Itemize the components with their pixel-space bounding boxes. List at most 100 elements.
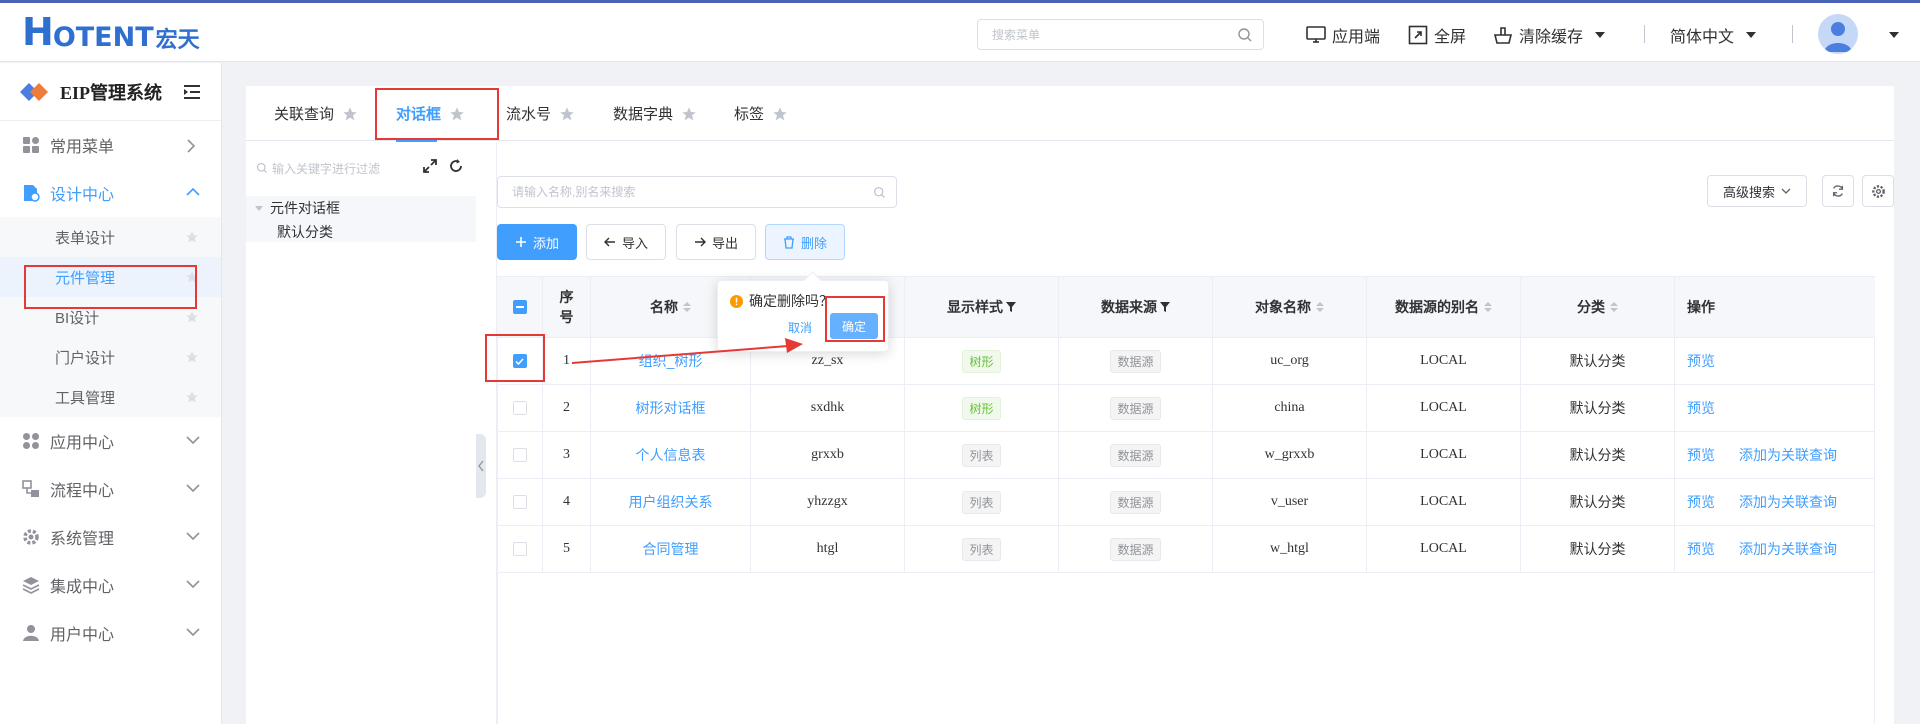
list-search-input[interactable] xyxy=(498,177,858,207)
sidebar-item-label: BI设计 xyxy=(55,309,100,327)
cell-name: 树形对话框 xyxy=(591,385,751,431)
search-icon[interactable] xyxy=(1237,27,1253,43)
preview-link[interactable]: 预览 xyxy=(1687,445,1715,465)
tab-serial-number[interactable]: 流水号 xyxy=(506,86,575,141)
sort-icon[interactable] xyxy=(1484,302,1492,312)
chevron-down-icon[interactable] xyxy=(1889,32,1899,38)
col-style[interactable]: 显示样式 xyxy=(905,277,1059,337)
tree-node-root[interactable]: 元件对话框 xyxy=(254,198,340,218)
star-icon[interactable] xyxy=(185,350,199,364)
dialog-name-link[interactable]: 组织_树形 xyxy=(639,351,703,371)
tab-data-dictionary[interactable]: 数据字典 xyxy=(613,86,697,141)
preview-link[interactable]: 预览 xyxy=(1687,539,1715,559)
sidebar-item-common-menu[interactable]: 常用菜单 xyxy=(0,121,221,169)
add-button[interactable]: 添加 xyxy=(497,224,577,260)
star-icon[interactable] xyxy=(772,106,788,122)
star-icon[interactable] xyxy=(342,106,358,122)
sidebar-item-bi-design[interactable]: BI设计 xyxy=(0,297,221,337)
star-icon[interactable] xyxy=(185,230,199,244)
preview-link[interactable]: 预览 xyxy=(1687,398,1715,418)
add-related-query-link[interactable]: 添加为关联查询 xyxy=(1739,445,1837,465)
tree-filter[interactable]: 输入关键字进行过滤 xyxy=(256,158,416,178)
fold-menu-icon[interactable] xyxy=(183,84,201,100)
dialog-name-link[interactable]: 用户组织关系 xyxy=(629,492,713,512)
sidebar-item-design-center[interactable]: 设计中心 xyxy=(0,169,221,217)
language-select[interactable]: 简体中文 xyxy=(1670,23,1757,47)
dialog-name-link[interactable]: 个人信息表 xyxy=(636,445,706,465)
sidebar-item-form-design[interactable]: 表单设计 xyxy=(0,217,221,257)
advanced-search-button[interactable]: 高级搜索 xyxy=(1707,175,1807,207)
expand-icon[interactable] xyxy=(422,158,438,174)
sidebar-item-component-manage[interactable]: 元件管理 xyxy=(0,257,221,297)
language-label: 简体中文 xyxy=(1670,29,1735,46)
chevron-right-icon xyxy=(187,139,196,153)
tab-tag[interactable]: 标签 xyxy=(734,86,788,141)
tab-related-query[interactable]: 关联查询 xyxy=(274,86,358,141)
export-button[interactable]: 导出 xyxy=(676,224,756,260)
avatar[interactable] xyxy=(1818,14,1858,54)
arrow-right-icon xyxy=(694,237,706,247)
checkbox[interactable] xyxy=(512,495,527,509)
tab-dialog[interactable]: 对话框 xyxy=(396,86,465,142)
checkbox[interactable] xyxy=(512,542,527,556)
popconfirm-confirm-button[interactable]: 确定 xyxy=(830,313,878,339)
add-related-query-link[interactable]: 添加为关联查询 xyxy=(1739,539,1837,559)
import-button[interactable]: 导入 xyxy=(586,224,666,260)
checkbox-indeterminate[interactable] xyxy=(512,300,527,314)
settings-button[interactable] xyxy=(1862,175,1894,207)
star-icon[interactable] xyxy=(185,390,199,404)
table-row[interactable]: 5 合同管理 htgl 列表 数据源 w_htgl LOCAL 默认分类 预览 添加为关联查询 xyxy=(497,526,1875,573)
sidebar-item-tool-manage[interactable]: 工具管理 xyxy=(0,377,221,417)
add-related-query-link[interactable]: 添加为关联查询 xyxy=(1739,492,1837,512)
col-source-label: 数据来源 xyxy=(1101,299,1157,315)
dialog-name-link[interactable]: 树形对话框 xyxy=(636,398,706,418)
refresh-icon[interactable] xyxy=(448,158,464,174)
preview-link[interactable]: 预览 xyxy=(1687,492,1715,512)
star-icon[interactable] xyxy=(185,310,199,324)
col-category[interactable]: 分类 xyxy=(1521,277,1675,337)
popconfirm-cancel-button[interactable]: 取消 xyxy=(788,319,812,336)
apps-icon xyxy=(22,136,40,154)
hotent-logo[interactable]: H OTENT 宏天 xyxy=(22,11,200,53)
dialog-name-link[interactable]: 合同管理 xyxy=(643,539,699,559)
star-icon[interactable] xyxy=(559,106,575,122)
checkbox[interactable] xyxy=(512,401,527,415)
preview-link[interactable]: 预览 xyxy=(1687,351,1715,371)
filter-icon[interactable] xyxy=(1160,302,1170,312)
sort-icon[interactable] xyxy=(1610,302,1618,312)
cell-no: 4 xyxy=(543,479,591,525)
sidebar-item-integration-center[interactable]: 集成中心 xyxy=(0,561,221,609)
star-icon[interactable] xyxy=(185,270,199,284)
header-select-all[interactable] xyxy=(497,277,543,337)
delete-button[interactable]: 删除 xyxy=(765,224,845,260)
col-source[interactable]: 数据来源 xyxy=(1059,277,1213,337)
sidebar-item-app-center[interactable]: 应用中心 xyxy=(0,417,221,465)
table-row[interactable]: 2 树形对话框 sxdhk 树形 数据源 china LOCAL 默认分类 预览 xyxy=(497,385,1875,432)
tree-node-default-category[interactable]: 默认分类 xyxy=(277,222,333,242)
col-object[interactable]: 对象名称 xyxy=(1213,277,1367,337)
table-row[interactable]: 4 用户组织关系 yhzzgx 列表 数据源 v_user LOCAL 默认分类 预览 添加为关联… xyxy=(497,479,1875,526)
checkbox[interactable] xyxy=(512,448,527,462)
menu-search-input[interactable] xyxy=(978,20,1218,49)
sidebar-item-label: 系统管理 xyxy=(50,531,115,548)
sidebar-item-portal-design[interactable]: 门户设计 xyxy=(0,337,221,377)
panel-collapse-handle[interactable] xyxy=(476,434,486,498)
table-row[interactable]: 1 组织_树形 zz_sx 树形 数据源 uc_org LOCAL 默认分类 预览 xyxy=(497,338,1875,385)
sidebar-item-flow-center[interactable]: 流程中心 xyxy=(0,465,221,513)
filter-icon[interactable] xyxy=(1006,302,1016,312)
star-icon[interactable] xyxy=(681,106,697,122)
sort-icon[interactable] xyxy=(1316,302,1324,312)
fullscreen-button[interactable]: 全屏 xyxy=(1408,23,1466,47)
checkbox-checked[interactable] xyxy=(512,354,527,368)
app-client-button[interactable]: 应用端 xyxy=(1306,23,1380,47)
search-icon[interactable] xyxy=(873,186,886,199)
sidebar-item-system-manage[interactable]: 系统管理 xyxy=(0,513,221,561)
sidebar-item-user-center[interactable]: 用户中心 xyxy=(0,609,221,657)
star-icon[interactable] xyxy=(449,106,465,122)
clear-cache-button[interactable]: 清除缓存 xyxy=(1493,23,1606,47)
sort-icon[interactable] xyxy=(683,302,691,312)
table-row[interactable]: 3 个人信息表 grxxb 列表 数据源 w_grxxb LOCAL 默认分类 预览 添加为关联查… xyxy=(497,432,1875,479)
refresh-button[interactable] xyxy=(1822,175,1854,207)
col-ds-alias[interactable]: 数据源的别名 xyxy=(1367,277,1521,337)
dialog-table: 序号 名称 别名 显示样式 数据来源 对象名称 xyxy=(497,276,1875,573)
